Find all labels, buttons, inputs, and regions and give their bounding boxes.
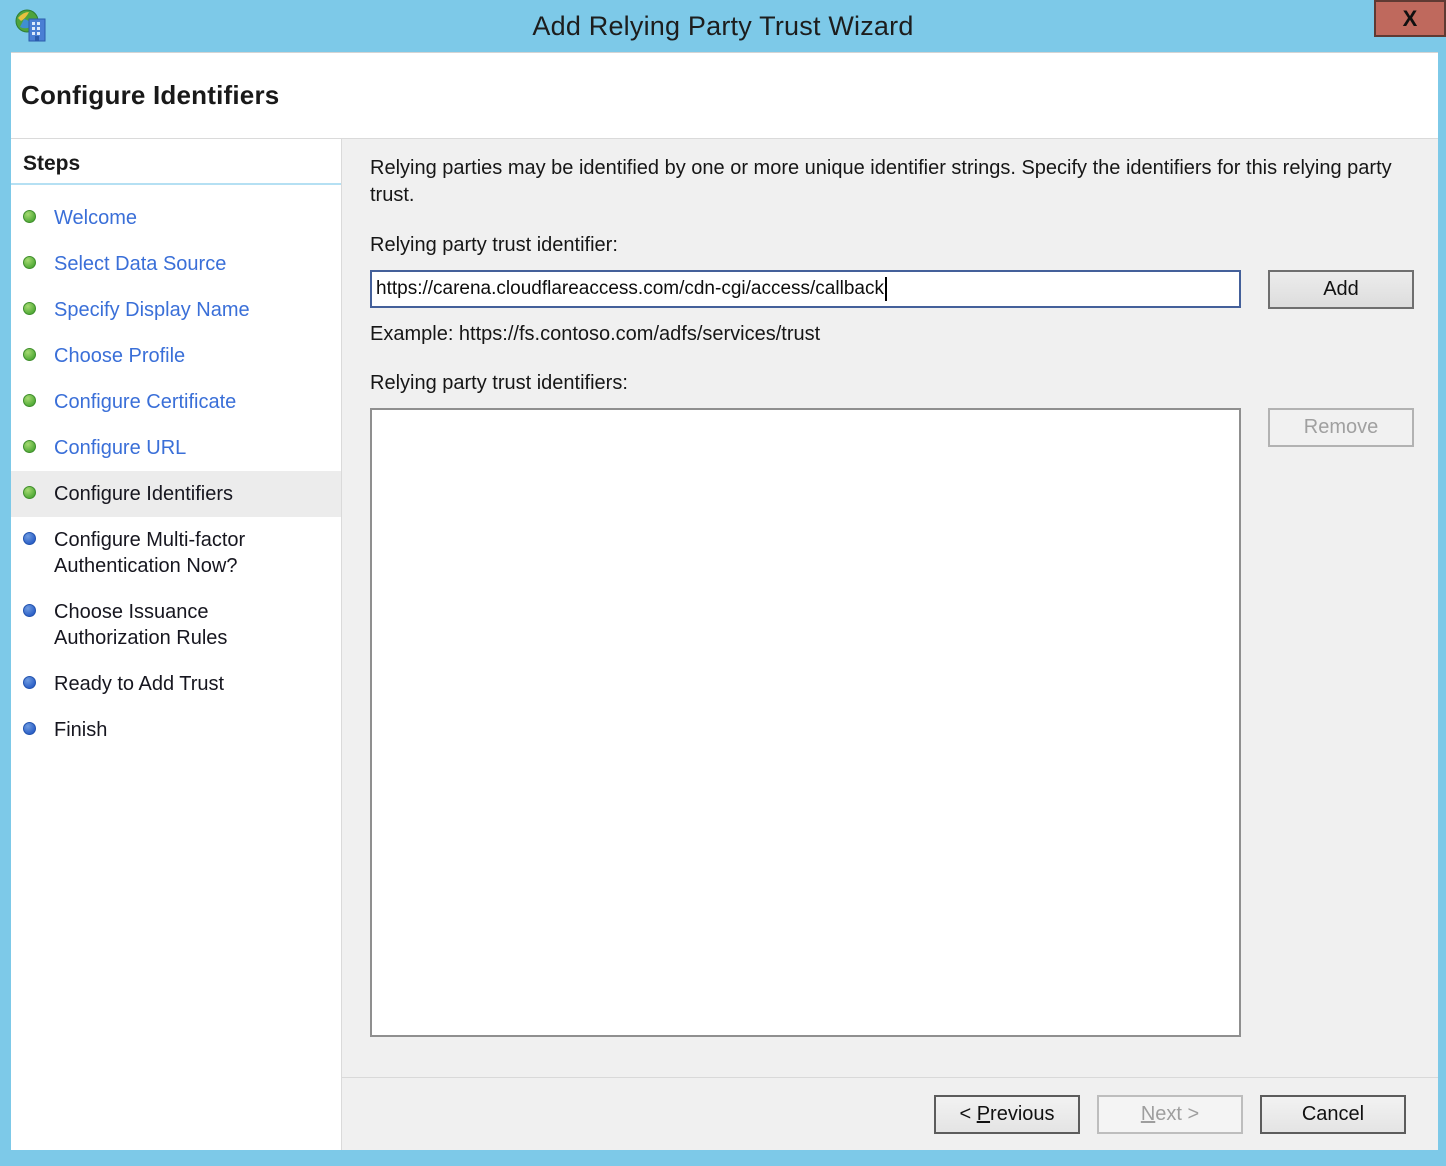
step-label: Configure Multi-factor Authentication No… xyxy=(54,527,289,579)
previous-label-rest: revious xyxy=(990,1103,1054,1125)
sidebar-step-welcome[interactable]: Welcome xyxy=(11,195,341,241)
step-label: Specify Display Name xyxy=(54,297,250,323)
identifiers-listbox[interactable] xyxy=(370,408,1241,1037)
step-bullet-icon xyxy=(23,532,36,545)
sidebar-step-configure-certificate[interactable]: Configure Certificate xyxy=(11,379,341,425)
text-caret xyxy=(885,277,887,301)
sidebar-step-ready-to-add-trust[interactable]: Ready to Add Trust xyxy=(11,661,341,707)
previous-label-pre: < xyxy=(959,1103,976,1125)
titlebar: Add Relying Party Trust Wizard X xyxy=(0,0,1446,52)
step-label: Configure Certificate xyxy=(54,389,236,415)
identifiers-list-label: Relying party trust identifiers: xyxy=(370,372,1438,395)
step-label: Welcome xyxy=(54,205,137,231)
sidebar-step-select-data-source[interactable]: Select Data Source xyxy=(11,241,341,287)
example-text: Example: https://fs.contoso.com/adfs/ser… xyxy=(370,323,1438,346)
step-label: Configure URL xyxy=(54,435,186,461)
page-header: Configure Identifiers xyxy=(11,52,1438,139)
step-bullet-icon xyxy=(23,256,36,269)
sidebar-step-configure-url[interactable]: Configure URL xyxy=(11,425,341,471)
sidebar-step-configure-multi-factor-authentication-now[interactable]: Configure Multi-factor Authentication No… xyxy=(11,517,341,589)
step-label: Select Data Source xyxy=(54,251,226,277)
step-label: Choose Issuance Authorization Rules xyxy=(54,599,289,651)
identifier-input-value: https://carena.cloudflareaccess.com/cdn-… xyxy=(376,278,884,300)
step-label: Ready to Add Trust xyxy=(54,671,224,697)
page-title: Configure Identifiers xyxy=(11,53,1438,111)
sidebar-step-finish[interactable]: Finish xyxy=(11,707,341,753)
next-button[interactable]: Next > xyxy=(1097,1095,1243,1134)
step-label: Finish xyxy=(54,717,107,743)
previous-button[interactable]: < Previous xyxy=(934,1095,1080,1134)
step-bullet-icon xyxy=(23,394,36,407)
wizard-frame: Configure Identifiers Steps Welcome Sele… xyxy=(11,52,1438,1150)
step-bullet-icon xyxy=(23,348,36,361)
close-button[interactable]: X xyxy=(1374,0,1446,37)
previous-accesskey: P xyxy=(977,1103,990,1125)
step-label: Choose Profile xyxy=(54,343,185,369)
step-bullet-icon xyxy=(23,210,36,223)
sidebar-step-specify-display-name[interactable]: Specify Display Name xyxy=(11,287,341,333)
identifier-input[interactable]: https://carena.cloudflareaccess.com/cdn-… xyxy=(370,270,1241,308)
page-content: Relying parties may be identified by one… xyxy=(342,139,1438,1077)
next-label-rest: ext > xyxy=(1155,1103,1199,1125)
step-bullet-icon xyxy=(23,302,36,315)
add-button[interactable]: Add xyxy=(1268,270,1414,309)
sidebar-step-choose-profile[interactable]: Choose Profile xyxy=(11,333,341,379)
cancel-button[interactable]: Cancel xyxy=(1260,1095,1406,1134)
remove-button[interactable]: Remove xyxy=(1268,408,1414,447)
identifier-label: Relying party trust identifier: xyxy=(370,234,1438,257)
steps-list: Welcome Select Data Source Specify Displ… xyxy=(11,195,341,753)
sidebar-step-choose-issuance-authorization-rules[interactable]: Choose Issuance Authorization Rules xyxy=(11,589,341,661)
step-bullet-icon xyxy=(23,440,36,453)
wizard-window: Add Relying Party Trust Wizard X Configu… xyxy=(0,0,1446,1166)
step-bullet-icon xyxy=(23,604,36,617)
step-label: Configure Identifiers xyxy=(54,481,233,507)
step-bullet-icon xyxy=(23,676,36,689)
sidebar-step-configure-identifiers[interactable]: Configure Identifiers xyxy=(11,471,341,517)
steps-sidebar: Steps Welcome Select Data Source Specify… xyxy=(11,139,342,1150)
window-title: Add Relying Party Trust Wizard xyxy=(0,0,1446,52)
intro-text: Relying parties may be identified by one… xyxy=(370,155,1412,208)
footer: < Previous Next > Cancel xyxy=(342,1077,1438,1150)
step-bullet-icon xyxy=(23,722,36,735)
next-accesskey: N xyxy=(1141,1103,1155,1125)
step-bullet-icon xyxy=(23,486,36,499)
close-icon: X xyxy=(1403,8,1418,30)
steps-heading: Steps xyxy=(11,139,341,185)
